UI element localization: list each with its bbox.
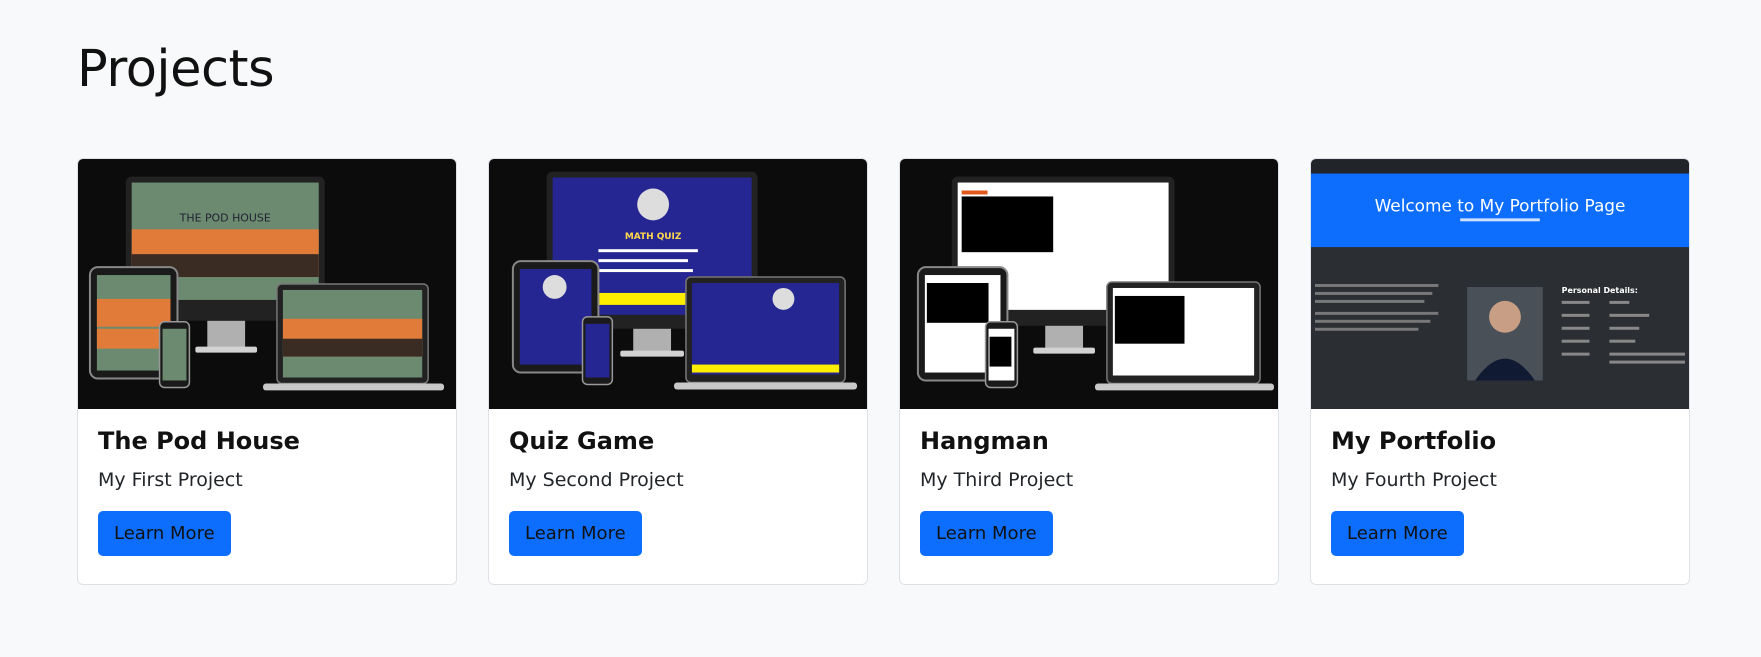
card-subtitle: My First Project [98, 469, 243, 491]
projects-page: Projects THE POD HOUSE The Pod House My … [0, 0, 1761, 657]
svg-text:MATH QUIZ: MATH QUIZ [625, 232, 682, 242]
card-title: The Pod House [98, 427, 300, 455]
card-title: Quiz Game [509, 427, 655, 455]
project-screenshot-hangman [900, 159, 1278, 409]
project-card-hangman: Hangman My Third Project Learn More [899, 158, 1279, 585]
card-body: The Pod House My First Project Learn Mor… [78, 409, 456, 576]
card-body: Hangman My Third Project Learn More [900, 409, 1278, 576]
project-card-pod-house: THE POD HOUSE The Pod House My First Pro… [77, 158, 457, 585]
device-mockup-image: THE POD HOUSE [88, 176, 445, 391]
card-subtitle: My Fourth Project [1331, 469, 1497, 491]
card-body: My Portfolio My Fourth Project Learn Mor… [1311, 409, 1689, 576]
card-body: Quiz Game My Second Project Learn More [489, 409, 867, 576]
learn-more-button[interactable]: Learn More [98, 511, 231, 556]
page-title: Projects [77, 40, 275, 99]
project-cards: THE POD HOUSE The Pod House My First Pro… [77, 158, 1690, 585]
learn-more-button[interactable]: Learn More [1331, 511, 1464, 556]
svg-text:Welcome to My Portfolio Page: Welcome to My Portfolio Page [1375, 195, 1626, 215]
project-screenshot-pod-house: THE POD HOUSE [78, 159, 456, 409]
portfolio-page-image: Welcome to My Portfolio Page Personal De… [1311, 159, 1689, 409]
project-card-portfolio: Welcome to My Portfolio Page Personal De… [1310, 158, 1690, 585]
learn-more-button[interactable]: Learn More [920, 511, 1053, 556]
card-title: My Portfolio [1331, 427, 1497, 455]
device-mockup-image [916, 176, 1275, 391]
device-mockup-image: MATH QUIZ [511, 171, 858, 390]
svg-text:Personal Details:: Personal Details: [1562, 286, 1638, 295]
learn-more-button[interactable]: Learn More [509, 511, 642, 556]
card-subtitle: My Second Project [509, 469, 684, 491]
svg-text:THE POD HOUSE: THE POD HOUSE [179, 211, 271, 224]
card-title: Hangman [920, 427, 1049, 455]
card-subtitle: My Third Project [920, 469, 1074, 491]
project-screenshot-quiz-game: MATH QUIZ [489, 159, 867, 409]
project-screenshot-portfolio: Welcome to My Portfolio Page Personal De… [1311, 159, 1689, 409]
project-card-quiz-game: MATH QUIZ Quiz Game My Second Project Le… [488, 158, 868, 585]
